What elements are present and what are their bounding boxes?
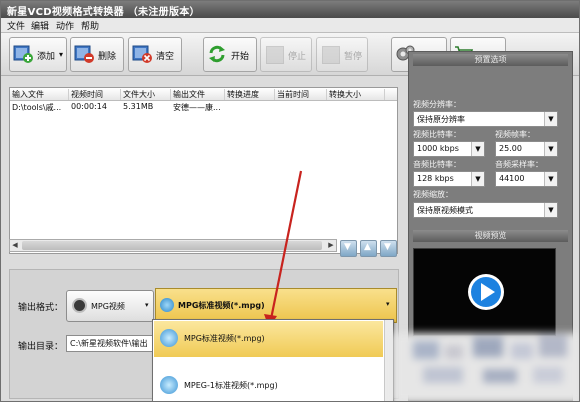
video-scale-value: 保持原视频模式 bbox=[417, 206, 473, 215]
preview-header: 视频预览 bbox=[413, 230, 568, 242]
format-category-label: MPG视频 bbox=[91, 302, 125, 311]
cell-video-time: 00:00:14 bbox=[71, 102, 107, 111]
menu-edit[interactable]: 编辑 bbox=[31, 19, 49, 32]
samplerate-select[interactable]: 44100 ▼ bbox=[495, 171, 558, 187]
col-output-file[interactable]: 输出文件 bbox=[171, 89, 225, 100]
refresh-green-icon bbox=[209, 45, 225, 63]
mpg-format-icon bbox=[160, 298, 174, 312]
output-dir-label: 输出目录： bbox=[18, 342, 64, 352]
output-format-caret-icon: ▾ bbox=[386, 300, 390, 308]
horizontal-scrollbar[interactable]: ◀ ▶ bbox=[9, 239, 337, 252]
move-down-button[interactable]: ▼ bbox=[340, 240, 357, 257]
video-resolution-label: 视频分辨率： bbox=[413, 100, 461, 109]
blurred-watermark bbox=[393, 323, 579, 401]
dropdown-option-mpeg1[interactable]: MPEG-1标准视频(*.mpg) bbox=[154, 366, 383, 401]
video-bitrate-select[interactable]: 1000 kbps ▼ bbox=[413, 141, 485, 157]
window-title: 新星VCD视频格式转换器 （未注册版本） bbox=[7, 7, 200, 18]
start-label: 开始 bbox=[231, 52, 250, 62]
chevron-down-icon: ▼ bbox=[544, 142, 557, 156]
menu-help[interactable]: 帮助 bbox=[81, 19, 99, 32]
move-bottom-button[interactable]: ▼ bbox=[380, 240, 397, 257]
start-button[interactable]: 开始 bbox=[203, 37, 257, 72]
stop-icon bbox=[266, 46, 284, 64]
framerate-label: 视频帧率： bbox=[495, 130, 535, 139]
file-list[interactable]: 输入文件 视频时间 文件大小 输出文件 转换进度 当前时间 转换大小 D:\to… bbox=[9, 87, 398, 254]
arrow-down-icon: ▼ bbox=[344, 242, 351, 252]
stop-label: 停止 bbox=[288, 52, 307, 62]
dropdown-option-label: MPEG-1标准视频(*.mpg) bbox=[184, 381, 278, 390]
samplerate-label: 音频采样率： bbox=[495, 160, 543, 169]
dropdown-option-label: MPG标准视频(*.mpg) bbox=[184, 334, 265, 343]
chevron-down-icon: ▼ bbox=[544, 203, 557, 217]
framerate-select[interactable]: 25.00 ▼ bbox=[495, 141, 558, 157]
mpeg1-format-icon bbox=[160, 376, 178, 394]
move-up-button[interactable]: ▲ bbox=[360, 240, 377, 257]
video-bitrate-value: 1000 kbps bbox=[417, 144, 459, 153]
output-format-value: MPG标准视频(*.mpg) bbox=[178, 301, 265, 310]
add-button[interactable]: 添加 ▾ bbox=[9, 37, 67, 72]
output-format-label: 输出格式： bbox=[18, 303, 64, 313]
app-window: 新星VCD视频格式转换器 （未注册版本） 文件 编辑 动作 帮助 添加 ▾ 删除… bbox=[0, 0, 580, 402]
format-category-caret-icon: ▾ bbox=[145, 301, 149, 309]
file-list-header: 输入文件 视频时间 文件大小 输出文件 转换进度 当前时间 转换大小 bbox=[10, 88, 397, 101]
pause-button[interactable]: 暂停 bbox=[316, 37, 368, 72]
col-progress[interactable]: 转换进度 bbox=[225, 89, 275, 100]
stop-button[interactable]: 停止 bbox=[260, 37, 312, 72]
film-minus-icon bbox=[74, 45, 94, 63]
menu-bar: 文件 编辑 动作 帮助 bbox=[1, 18, 579, 33]
chevron-down-icon: ▼ bbox=[544, 172, 557, 186]
col-converted-size[interactable]: 转换大小 bbox=[327, 89, 385, 100]
pause-label: 暂停 bbox=[344, 52, 363, 62]
col-current-time[interactable]: 当前时间 bbox=[275, 89, 327, 100]
cell-output-file: 安德——康... bbox=[173, 103, 221, 112]
film-clear-icon bbox=[132, 45, 152, 63]
dropdown-scrollbar[interactable] bbox=[384, 320, 393, 401]
dropdown-option-mpg[interactable]: MPG标准视频(*.mpg) bbox=[154, 321, 383, 357]
menu-action[interactable]: 动作 bbox=[56, 19, 74, 32]
video-scale-label: 视频缩放： bbox=[413, 190, 453, 199]
format-category-button[interactable]: MPG视频 ▾ bbox=[66, 290, 154, 322]
play-icon[interactable] bbox=[466, 272, 506, 312]
output-dir-value: C:\新星视频软件\输出 bbox=[70, 339, 148, 348]
col-input-file[interactable]: 输入文件 bbox=[10, 89, 69, 100]
delete-button[interactable]: 删除 bbox=[70, 37, 124, 72]
film-plus-icon bbox=[13, 45, 33, 63]
arrow-up-icon: ▲ bbox=[364, 242, 371, 252]
delete-label: 删除 bbox=[98, 52, 117, 62]
audio-bitrate-value: 128 kbps bbox=[417, 174, 454, 183]
video-scale-select[interactable]: 保持原视频模式 ▼ bbox=[413, 202, 558, 218]
audio-bitrate-label: 音频比特率： bbox=[413, 160, 461, 169]
chevron-down-icon: ▼ bbox=[471, 172, 484, 186]
clear-label: 清空 bbox=[156, 52, 175, 62]
chevron-down-icon: ▼ bbox=[471, 142, 484, 156]
col-file-size[interactable]: 文件大小 bbox=[121, 89, 171, 100]
title-bar: 新星VCD视频格式转换器 （未注册版本） bbox=[1, 1, 579, 18]
cell-input-file: D:\tools\戚... bbox=[12, 103, 62, 112]
chevron-down-icon: ▼ bbox=[544, 112, 557, 126]
cell-file-size: 5.31MB bbox=[123, 102, 154, 111]
mpg-format-icon bbox=[160, 329, 178, 347]
arrow-bottom-icon: ▼ bbox=[384, 242, 391, 252]
clear-button[interactable]: 清空 bbox=[128, 37, 182, 72]
scrollbar-thumb[interactable] bbox=[22, 241, 322, 250]
col-video-time[interactable]: 视频时间 bbox=[69, 89, 121, 100]
film-reel-icon bbox=[72, 298, 87, 313]
pause-icon bbox=[322, 46, 340, 64]
video-resolution-select[interactable]: 保持原分辨率 ▼ bbox=[413, 111, 558, 127]
add-dropdown-icon[interactable]: ▾ bbox=[59, 50, 63, 59]
settings-header: 预置选项 bbox=[413, 54, 568, 66]
audio-bitrate-select[interactable]: 128 kbps ▼ bbox=[413, 171, 485, 187]
scroll-left-icon[interactable]: ◀ bbox=[10, 240, 20, 251]
samplerate-value: 44100 bbox=[499, 174, 525, 183]
menu-file[interactable]: 文件 bbox=[7, 19, 25, 32]
output-dir-field[interactable]: C:\新星视频软件\输出 bbox=[66, 335, 156, 352]
video-resolution-value: 保持原分辨率 bbox=[417, 115, 465, 124]
scroll-right-icon[interactable]: ▶ bbox=[326, 240, 336, 251]
video-bitrate-label: 视频比特率： bbox=[413, 130, 461, 139]
format-dropdown-list: MPG标准视频(*.mpg) MPEG-1标准视频(*.mpg) bbox=[152, 319, 394, 401]
add-label: 添加 bbox=[37, 52, 56, 62]
framerate-value: 25.00 bbox=[499, 144, 522, 153]
output-format-select[interactable]: MPG标准视频(*.mpg) ▾ bbox=[155, 288, 397, 323]
